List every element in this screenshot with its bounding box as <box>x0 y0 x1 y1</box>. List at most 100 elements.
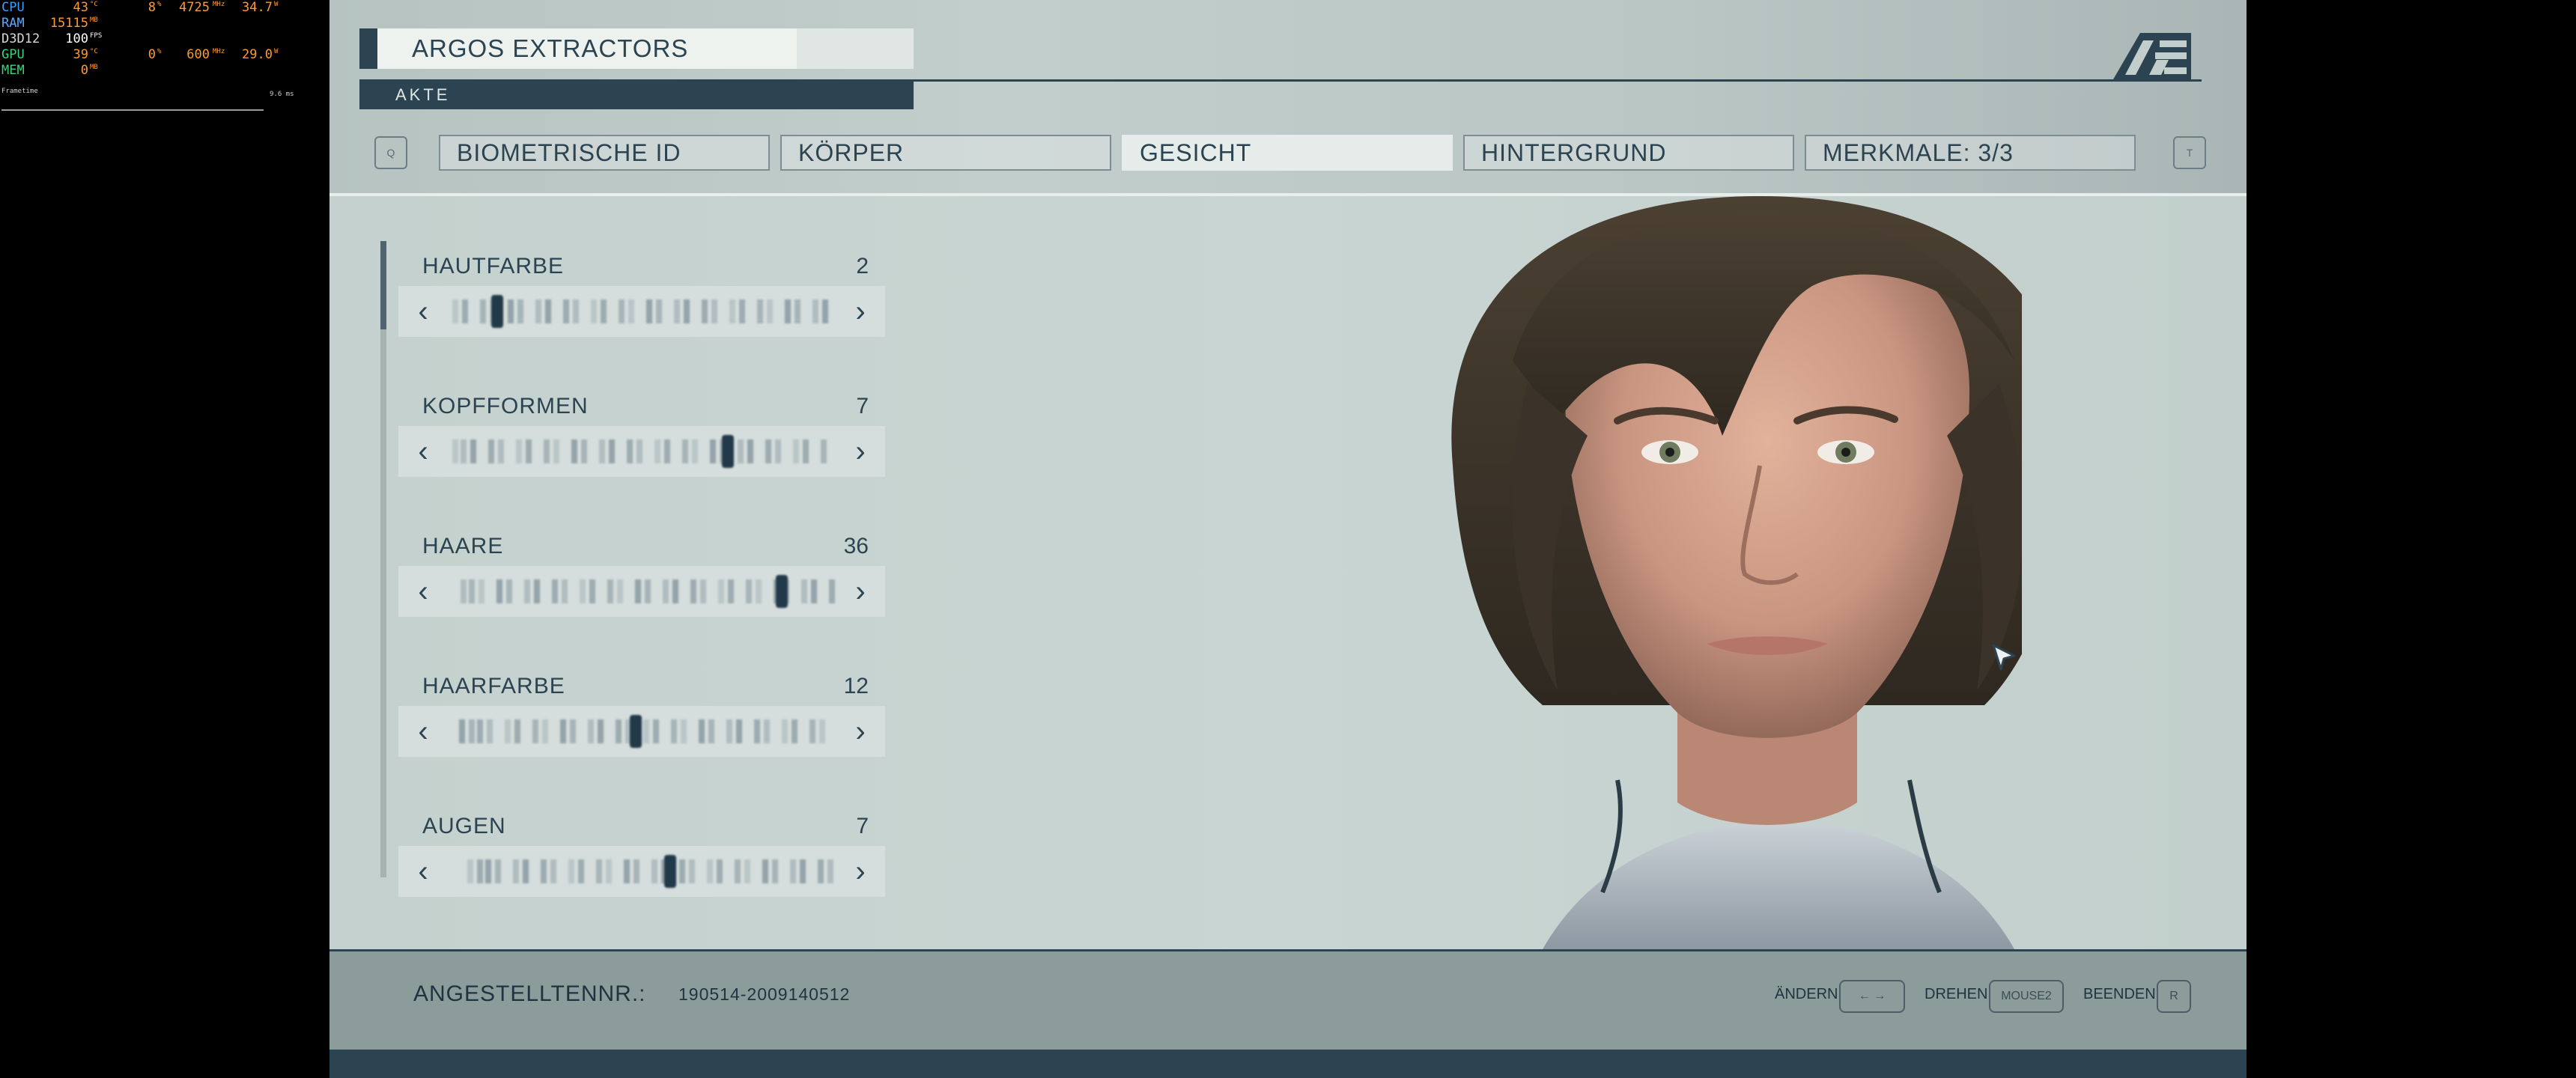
slider-value: 36 <box>843 534 869 558</box>
slider-hair[interactable]: HAARE 36 ‹ › <box>398 533 885 626</box>
slider-tick <box>480 299 486 323</box>
chevron-left-icon[interactable]: ‹ <box>404 706 442 757</box>
chevron-right-icon[interactable]: › <box>842 566 879 617</box>
gpu-clock-unit: MHz <box>213 48 225 55</box>
slider-tick <box>756 579 762 603</box>
slider-tick <box>470 439 476 463</box>
slider-selected-marker[interactable] <box>722 435 734 468</box>
tab-background[interactable]: HINTERGRUND <box>1463 135 1794 171</box>
slider-track[interactable]: ‹ › <box>398 846 885 897</box>
slider-tick <box>560 719 566 743</box>
cpu-load: 8 <box>148 0 156 15</box>
slider-tick <box>803 439 809 463</box>
slider-tick <box>645 579 651 603</box>
tab-body[interactable]: KÖRPER <box>780 135 1111 171</box>
chevron-right-icon[interactable]: › <box>842 846 879 897</box>
slider-tick <box>785 299 791 323</box>
slider-tick <box>479 579 484 603</box>
hint-rotate-key[interactable]: MOUSE2 <box>1989 980 2064 1013</box>
slider-tick <box>747 439 753 463</box>
slider-tick <box>477 859 483 883</box>
ram-label: RAM <box>1 16 25 31</box>
slider-hair-color[interactable]: HAARFARBE 12 ‹ › <box>398 673 885 766</box>
slider-selected-marker[interactable] <box>776 575 788 608</box>
hint-change-label: ÄNDERN <box>1775 986 1838 1002</box>
hint-change-key[interactable]: ← → <box>1839 980 1905 1013</box>
slider-track[interactable]: ‹ › <box>398 426 885 477</box>
slider-barcode[interactable] <box>445 855 842 888</box>
chevron-left-icon[interactable]: ‹ <box>404 286 442 337</box>
slider-tick <box>591 299 597 323</box>
slider-track[interactable]: ‹ › <box>398 706 885 757</box>
slider-tick <box>775 439 781 463</box>
slider-tick <box>589 579 595 603</box>
slider-tick <box>635 579 641 603</box>
slider-label: HAARE <box>422 534 504 558</box>
slider-tick <box>523 859 529 883</box>
slider-tick <box>764 719 770 743</box>
hint-exit-key[interactable]: R <box>2157 980 2191 1013</box>
slider-selected-marker[interactable] <box>664 855 676 888</box>
slider-value: 7 <box>856 394 869 418</box>
header: ARGOS EXTRACTORS AKTE Q BIOMETRISCHE ID … <box>329 0 2247 196</box>
chevron-right-icon[interactable]: › <box>842 706 879 757</box>
slider-label: KOPFFORMEN <box>422 394 589 418</box>
tab-biometric-id[interactable]: BIOMETRISCHE ID <box>439 135 770 171</box>
slider-tick <box>801 579 807 603</box>
slider-tick <box>568 859 574 883</box>
slider-tick <box>516 439 522 463</box>
cpu-label: CPU <box>1 0 25 15</box>
character-portrait[interactable] <box>1138 196 2022 949</box>
chevron-left-icon[interactable]: ‹ <box>404 566 442 617</box>
gpu-load: 0 <box>148 47 156 62</box>
slider-barcode[interactable] <box>445 295 842 328</box>
hint-exit-label: BEENDEN <box>2083 986 2156 1002</box>
footer-bar: ANGESTELLTENNR.: 190514-2009140512 ÄNDER… <box>329 949 2247 1050</box>
slider-tick <box>664 439 670 463</box>
slider-selected-marker[interactable] <box>491 295 503 328</box>
slider-track[interactable]: ‹ › <box>398 286 885 337</box>
slider-tick <box>700 579 706 603</box>
slider-barcode[interactable] <box>445 715 842 748</box>
slider-tick <box>637 439 643 463</box>
slider-tick <box>692 439 698 463</box>
slider-eyes[interactable]: AUGEN 7 ‹ › <box>398 813 885 906</box>
character-creator-screen: ARGOS EXTRACTORS AKTE Q BIOMETRISCHE ID … <box>329 0 2247 1078</box>
scrollbar-thumb[interactable] <box>380 241 386 329</box>
prev-tab-key[interactable]: Q <box>374 136 407 169</box>
chevron-right-icon[interactable]: › <box>842 286 879 337</box>
slider-tick <box>762 859 768 883</box>
chevron-left-icon[interactable]: ‹ <box>404 846 442 897</box>
next-tab-key[interactable]: T <box>2173 136 2206 169</box>
slider-tick <box>467 859 473 883</box>
slider-tick <box>542 719 548 743</box>
slider-tick <box>757 299 763 323</box>
chevron-left-icon[interactable]: ‹ <box>404 426 442 477</box>
slider-skin-color[interactable]: HAUTFARBE 2 ‹ › <box>398 253 885 346</box>
chevron-right-icon[interactable]: › <box>842 426 879 477</box>
slider-track[interactable]: ‹ › <box>398 566 885 617</box>
ram-usage: 15115 <box>49 16 88 31</box>
slider-label: HAUTFARBE <box>422 254 565 278</box>
slider-selected-marker[interactable] <box>630 715 642 748</box>
slider-tick <box>581 439 587 463</box>
slider-barcode[interactable] <box>445 435 842 468</box>
slider-tick <box>505 719 511 743</box>
slider-tick <box>679 859 685 883</box>
slider-tick <box>767 299 773 323</box>
slider-tick <box>684 299 690 323</box>
scrollbar[interactable] <box>380 241 386 877</box>
slider-tick <box>452 299 458 323</box>
gpu-label: GPU <box>1 47 25 62</box>
gpu-power: 29.0 <box>242 47 273 62</box>
slider-barcode[interactable] <box>445 575 842 608</box>
slider-tick <box>524 579 530 603</box>
slider-tick <box>818 859 824 883</box>
slider-tick <box>738 439 744 463</box>
slider-tick <box>690 579 696 603</box>
slider-head-shape[interactable]: KOPFFORMEN 7 ‹ › <box>398 393 885 486</box>
slider-tick <box>663 579 669 603</box>
tab-face[interactable]: GESICHT <box>1122 135 1453 171</box>
slider-tick <box>544 439 550 463</box>
tab-traits[interactable]: MERKMALE: 3/3 <box>1805 135 2136 171</box>
